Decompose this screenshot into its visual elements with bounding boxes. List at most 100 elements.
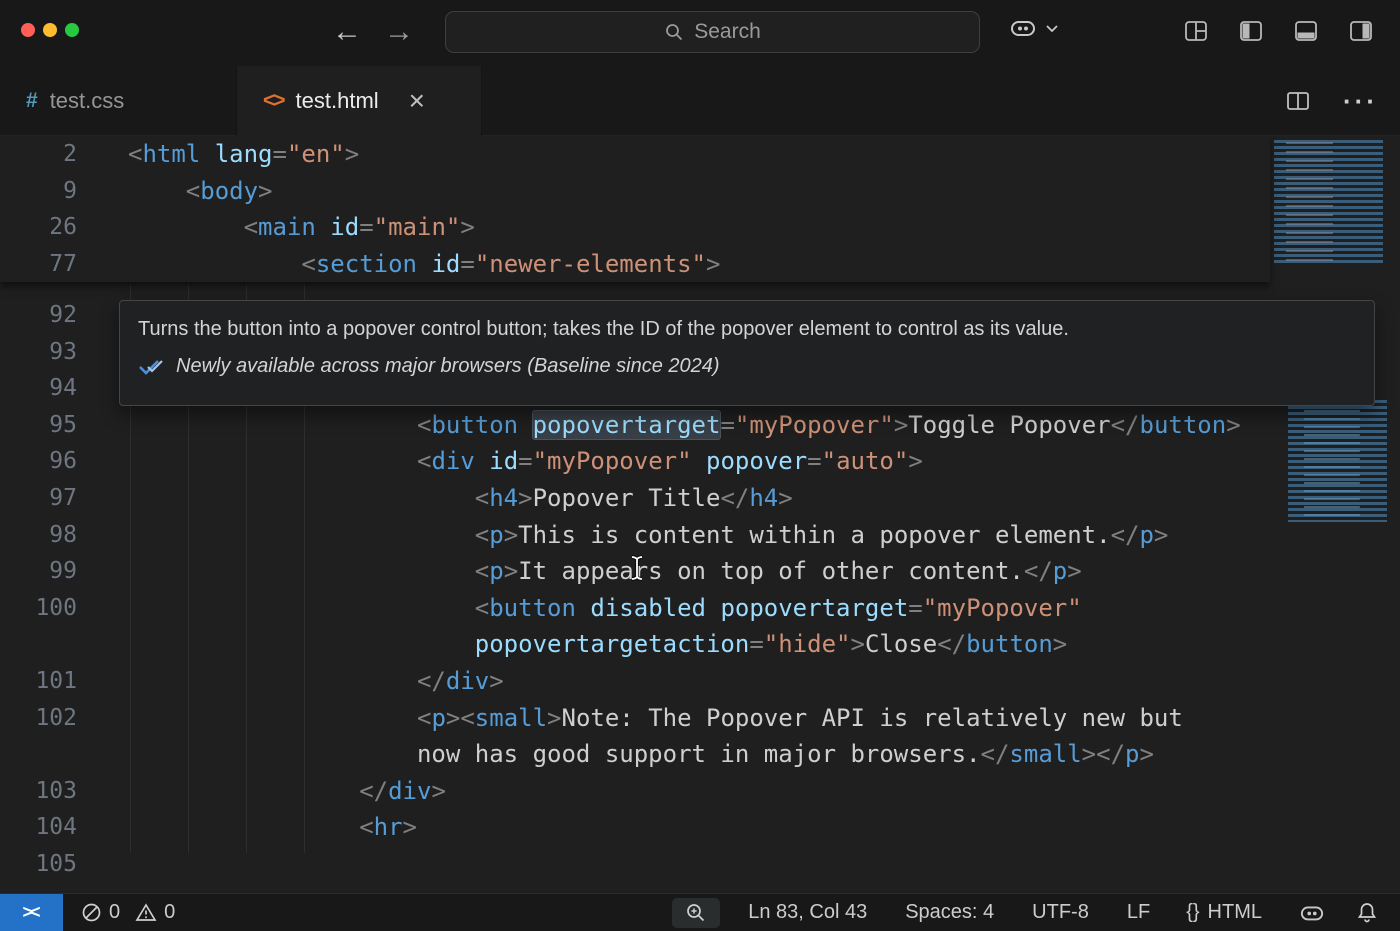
- line-number[interactable]: 77: [0, 246, 77, 283]
- line-number[interactable]: 94: [0, 370, 77, 407]
- code-text: <body>: [77, 173, 273, 210]
- line-number[interactable]: 99: [0, 553, 77, 590]
- error-count: 0: [109, 901, 120, 924]
- line-number[interactable]: 92: [0, 297, 77, 334]
- code-line[interactable]: 77 <section id="newer-elements">: [0, 246, 1270, 283]
- notifications-bell-icon[interactable]: [1356, 901, 1378, 924]
- problems-indicator[interactable]: 0 0: [81, 901, 175, 924]
- remote-indicator[interactable]: ><: [0, 894, 63, 931]
- code-token: =: [273, 140, 287, 168]
- code-line[interactable]: now has good support in major browsers.<…: [0, 736, 1280, 773]
- code-line[interactable]: 9 <body>: [0, 173, 1270, 210]
- line-number[interactable]: 105: [0, 846, 77, 883]
- minimap[interactable]: [1270, 136, 1400, 893]
- code-line[interactable]: 104 <hr>: [0, 809, 1280, 846]
- toggle-secondary-sidebar-button[interactable]: [1348, 18, 1374, 44]
- code-text: <main id="main">: [77, 209, 475, 246]
- language-mode[interactable]: {} HTML: [1186, 901, 1262, 924]
- code-token: </: [417, 667, 446, 695]
- code-token: [706, 594, 720, 622]
- code-token: "main": [374, 213, 461, 241]
- code-token: section: [316, 250, 417, 278]
- baseline-badge-icon: [138, 358, 166, 376]
- line-number[interactable]: 26: [0, 209, 77, 246]
- sticky-scroll: 2<html lang="en">9 <body>26 <main id="ma…: [0, 136, 1270, 282]
- line-number[interactable]: 104: [0, 809, 77, 846]
- window-minimize-button[interactable]: [43, 23, 57, 37]
- code-token: <: [128, 140, 142, 168]
- code-line[interactable]: 96 <div id="myPopover" popover="auto">: [0, 443, 1280, 480]
- line-number[interactable]: 103: [0, 773, 77, 810]
- line-number[interactable]: 100: [0, 590, 77, 627]
- indentation-setting[interactable]: Spaces: 4: [905, 901, 994, 924]
- more-actions-icon[interactable]: ···: [1343, 86, 1378, 117]
- code-text: </div>: [77, 663, 504, 700]
- code-token: <: [475, 484, 489, 512]
- code-token: >: [547, 704, 561, 732]
- line-number[interactable]: 96: [0, 443, 77, 480]
- code-line[interactable]: 101 </div>: [0, 663, 1280, 700]
- code-token: </: [359, 777, 388, 805]
- code-token: </: [981, 740, 1010, 768]
- code-token: =: [518, 447, 532, 475]
- window-zoom-button[interactable]: [65, 23, 79, 37]
- code-line[interactable]: 103 </div>: [0, 773, 1280, 810]
- code-token: small: [1009, 740, 1081, 768]
- line-number[interactable]: 97: [0, 480, 77, 517]
- forward-button[interactable]: →: [384, 12, 414, 52]
- code-line[interactable]: 2<html lang="en">: [0, 136, 1270, 173]
- code-line[interactable]: 97 <h4>Popover Title</h4>: [0, 480, 1280, 517]
- code-line[interactable]: 95 <button popovertarget="myPopover">Tog…: [0, 407, 1280, 444]
- code-token: <: [244, 213, 258, 241]
- statusbar: >< 0 0 Ln 83, Col 43 Spaces: 4 UTF-8 LF …: [0, 893, 1400, 931]
- code-line[interactable]: 98 <p>This is content within a popover e…: [0, 517, 1280, 554]
- code-token: =: [908, 594, 922, 622]
- hover-tooltip: Turns the button into a popover control …: [119, 300, 1375, 406]
- line-number[interactable]: [0, 626, 77, 663]
- code-line[interactable]: 105: [0, 846, 1280, 883]
- code-token: <: [417, 411, 431, 439]
- line-number[interactable]: 101: [0, 663, 77, 700]
- code-token: [200, 140, 214, 168]
- code-token: =: [460, 250, 474, 278]
- code-token: >: [1154, 521, 1168, 549]
- eol-setting[interactable]: LF: [1127, 901, 1150, 924]
- line-number[interactable]: 98: [0, 517, 77, 554]
- cursor-position[interactable]: Ln 83, Col 43: [748, 901, 867, 924]
- editor[interactable]: 92939495 <button popovertarget="myPopove…: [0, 136, 1400, 893]
- back-button[interactable]: ←: [332, 12, 362, 52]
- line-number[interactable]: [0, 736, 77, 773]
- line-number[interactable]: 95: [0, 407, 77, 444]
- tab-test-css[interactable]: # test.css: [0, 66, 237, 136]
- window-close-button[interactable]: [21, 23, 35, 37]
- code-token: p: [1139, 521, 1153, 549]
- copilot-status-icon[interactable]: [1298, 901, 1326, 925]
- toggle-panel-button[interactable]: [1293, 18, 1319, 44]
- zoom-status-button[interactable]: [672, 898, 720, 928]
- split-editor-icon[interactable]: [1285, 88, 1311, 114]
- toggle-primary-sidebar-button[interactable]: [1238, 18, 1264, 44]
- code-line[interactable]: 100 <button disabled popovertarget="myPo…: [0, 590, 1280, 627]
- search-box[interactable]: Search: [445, 11, 980, 53]
- code-token: >: [1067, 557, 1081, 585]
- copilot-menu-button[interactable]: [1008, 15, 1059, 41]
- code-token: <: [417, 704, 431, 732]
- code-token: [692, 447, 706, 475]
- tab-test-html[interactable]: <> test.html ×: [237, 66, 482, 136]
- code-token: popovertarget: [533, 411, 721, 439]
- customize-layout-button[interactable]: [1183, 18, 1209, 44]
- line-number[interactable]: 93: [0, 334, 77, 371]
- code-line[interactable]: 102 <p><small>Note: The Popover API is r…: [0, 700, 1280, 737]
- line-number[interactable]: 102: [0, 700, 77, 737]
- code-token: now has good support in major browsers.: [417, 740, 981, 768]
- warning-icon: [135, 902, 157, 923]
- tab-close-button[interactable]: ×: [409, 91, 425, 111]
- encoding-setting[interactable]: UTF-8: [1032, 901, 1089, 924]
- line-number[interactable]: 9: [0, 173, 77, 210]
- code-line[interactable]: 26 <main id="main">: [0, 209, 1270, 246]
- code-token: >: [894, 411, 908, 439]
- line-number[interactable]: 2: [0, 136, 77, 173]
- code-line[interactable]: popovertargetaction="hide">Close</button…: [0, 626, 1280, 663]
- code-token: >: [518, 484, 532, 512]
- window-controls: [21, 23, 79, 37]
